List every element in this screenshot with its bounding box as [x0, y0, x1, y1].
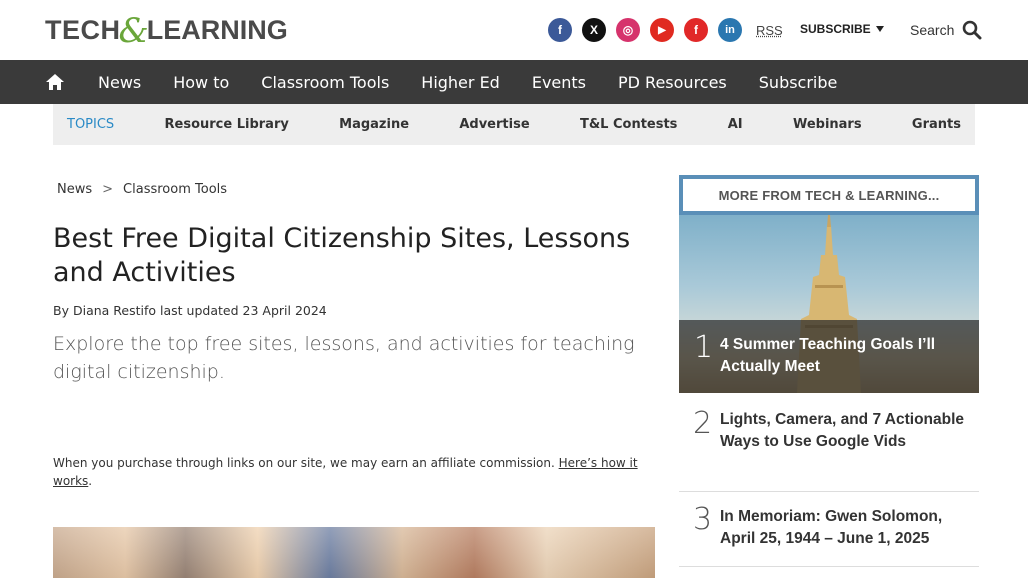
subscribe-dropdown[interactable]: SUBSCRIBE [800, 22, 884, 36]
x-icon[interactable]: X [582, 18, 606, 42]
subscribe-label: SUBSCRIBE [800, 22, 871, 36]
social-links: f X ◎ ▶ f in RSS [548, 18, 783, 42]
topic-magazine[interactable]: Magazine [339, 117, 409, 132]
search-label: Search [910, 22, 955, 38]
nav-item-events[interactable]: Events [532, 73, 586, 92]
nav-item-how-to[interactable]: How to [173, 73, 229, 92]
sidebar-item[interactable]: 3 In Memoriam: Gwen Solomon, April 25, 1… [679, 492, 979, 567]
sidebar-item-number: 1 [694, 330, 714, 365]
sidebar-item-title[interactable]: 4 Summer Teaching Goals I’ll Actually Me… [720, 334, 960, 378]
caret-down-icon [875, 26, 884, 32]
sidebar-item-title[interactable]: Lights, Camera, and 7 Actionable Ways to… [720, 409, 965, 453]
topic-tl-contests[interactable]: T&L Contests [580, 117, 677, 132]
nav-item-classroom-tools[interactable]: Classroom Tools [261, 73, 389, 92]
more-from-heading: MORE FROM TECH & LEARNING... [679, 175, 979, 215]
article-title: Best Free Digital Citizenship Sites, Les… [53, 223, 631, 288]
topic-grants[interactable]: Grants [912, 117, 961, 132]
topic-resource-library[interactable]: Resource Library [165, 117, 289, 132]
affiliate-disclosure: When you purchase through links on our s… [53, 454, 653, 490]
article-date: 23 April 2024 [242, 303, 327, 318]
nav-items: News How to Classroom Tools Higher Ed Ev… [98, 60, 869, 104]
site-logo[interactable]: TECH & LEARNING [45, 11, 288, 51]
updated-prefix: last updated [160, 303, 239, 318]
sidebar-item-number: 2 [693, 406, 713, 441]
more-from-heading-text: MORE FROM TECH & LEARNING... [718, 187, 940, 203]
breadcrumb-item-classroom-tools[interactable]: Classroom Tools [123, 182, 227, 197]
affiliate-text: When you purchase through links on our s… [53, 456, 555, 470]
logo-ampersand: & [118, 11, 149, 51]
breadcrumb: News > Classroom Tools [57, 182, 227, 197]
article-byline: By Diana Restifo last updated 23 April 2… [53, 303, 327, 318]
topic-webinars[interactable]: Webinars [793, 117, 862, 132]
nav-item-higher-ed[interactable]: Higher Ed [421, 73, 500, 92]
hero-image [53, 527, 655, 578]
topics-bar: TOPICS Resource Library Magazine Adverti… [53, 104, 975, 145]
youtube-icon[interactable]: ▶ [650, 18, 674, 42]
sidebar-item[interactable]: 2 Lights, Camera, and 7 Actionable Ways … [679, 394, 979, 492]
author-link[interactable]: Diana Restifo [73, 303, 156, 318]
main-nav: News How to Classroom Tools Higher Ed Ev… [0, 60, 1028, 104]
linkedin-icon[interactable]: in [718, 18, 742, 42]
search-icon [963, 20, 982, 40]
nav-item-news[interactable]: News [98, 73, 141, 92]
nav-item-pd-resources[interactable]: PD Resources [618, 73, 727, 92]
instagram-icon[interactable]: ◎ [616, 18, 640, 42]
facebook-icon[interactable]: f [548, 18, 572, 42]
topic-ai[interactable]: AI [728, 117, 743, 132]
breadcrumb-separator: > [102, 182, 114, 197]
nav-item-subscribe[interactable]: Subscribe [759, 73, 838, 92]
sidebar-item-title[interactable]: In Memoriam: Gwen Solomon, April 25, 194… [720, 506, 965, 550]
article-standfirst: Explore the top free sites, lessons, and… [53, 333, 635, 383]
byline-prefix: By [53, 303, 69, 318]
home-icon[interactable] [45, 72, 65, 92]
affiliate-period: . [88, 474, 93, 488]
logo-text-learning: LEARNING [146, 14, 288, 45]
sidebar-item-number: 3 [693, 502, 713, 537]
topic-advertise[interactable]: Advertise [459, 117, 529, 132]
logo-text-tech: TECH [45, 14, 121, 45]
topics-label: TOPICS [67, 117, 115, 132]
flipboard-icon[interactable]: f [684, 18, 708, 42]
site-header: TECH & LEARNING f X ◎ ▶ f in RSS SUBSCRI… [0, 0, 1028, 60]
rss-link[interactable]: RSS [756, 23, 783, 38]
search-button[interactable]: Search [910, 20, 982, 40]
breadcrumb-item-news[interactable]: News [57, 182, 92, 197]
